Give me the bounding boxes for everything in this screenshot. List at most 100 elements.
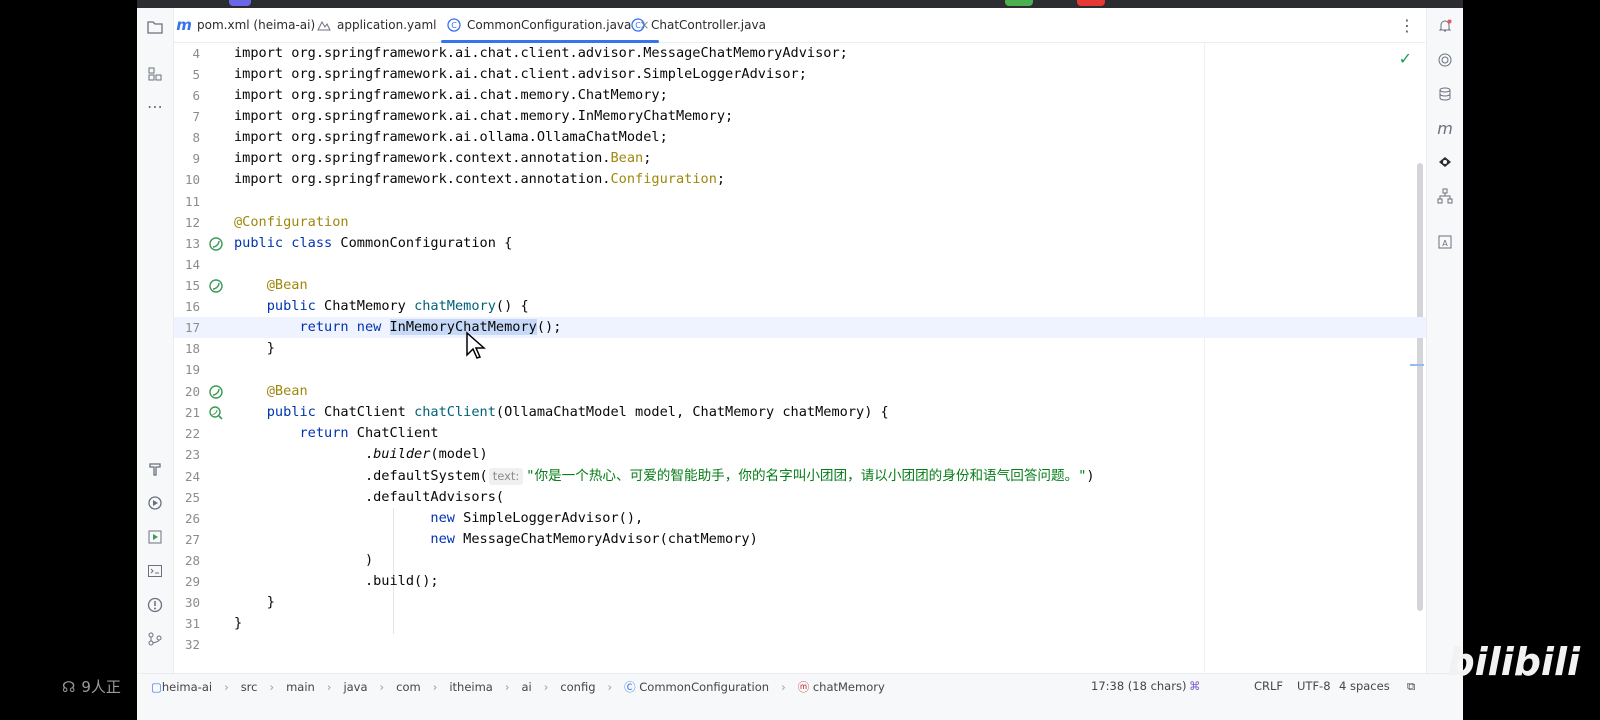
line-number: 14 [184,257,200,272]
line-number: 9 [192,151,200,166]
breadcrumb-item[interactable]: java [343,680,367,694]
tab-label: pom.xml (heima-ai) [197,18,316,32]
tab-common-configuration[interactable]: C CommonConfiguration.java × [441,8,660,43]
breadcrumb-separator-icon: › [269,680,275,694]
breadcrumb: ▢heima-ai › src › main › java › com › itheima… [151,679,885,695]
breadcrumb-item[interactable]: Ⓒ CommonConfiguration [624,679,769,695]
maven-icon[interactable]: m [1435,118,1455,138]
notifications-icon[interactable] [1435,16,1455,36]
code-line-import: import org.springframework.ai.chat.memor… [234,85,1426,106]
tab-pom-xml[interactable]: m pom.xml (heima-ai) [176,8,316,42]
code-text: ) [364,552,374,568]
hammer-icon[interactable] [145,459,165,479]
bilibili-watermark: bilibili [1447,640,1580,684]
code-line-build: .build(); [234,571,1426,592]
ai-status-icon[interactable]: ⌘ [1189,679,1201,693]
class-icon: C [631,18,645,32]
tab-chat-controller[interactable]: C ChatController.java [631,8,766,42]
file-encoding[interactable]: UTF-8 [1297,679,1331,693]
spring-bean-icon[interactable] [208,278,224,294]
translate-icon[interactable]: A [1435,232,1455,252]
spring-bean-icon[interactable] [208,236,224,252]
line-number: 4 [192,46,200,61]
breadcrumb-item[interactable]: ⓜ chatMemory [798,679,885,695]
code-line-brace: } [234,592,1426,613]
code-text: (model) [430,446,488,462]
plugin-icon[interactable] [1435,152,1455,172]
line-number: 18 [184,341,200,356]
breadcrumb-item[interactable]: itheima [449,680,493,694]
mouse-cursor-icon [465,331,487,361]
tab-label: CommonConfiguration.java [467,18,632,32]
database-icon[interactable] [1435,84,1455,104]
method-call: builder [373,446,431,462]
code-line-builder: .builder(model) [234,444,1426,465]
terminal-icon[interactable] [145,561,165,581]
line-number: 32 [184,637,200,652]
code-text: SimpleLoggerAdvisor(), [454,510,644,526]
code-text: (OllamaChatModel model, ChatMemory chatM… [495,404,889,420]
code-area[interactable]: import org.springframework.ai.chat.clien… [234,43,1426,672]
keyword: return new [299,319,382,335]
breadcrumb-item[interactable]: ▢heima-ai [151,680,212,694]
spring-bean-icon[interactable] [208,384,224,400]
breadcrumb-item[interactable]: config [560,680,595,694]
line-number: 22 [184,426,200,441]
breadcrumb-separator-icon: › [432,680,438,694]
services-icon[interactable] [145,493,165,513]
spring-bean-search-icon[interactable] [208,405,224,421]
line-gutter: 4 5 6 7 8 9 10 11 12 13 14 15 16 17 18 1… [174,43,234,672]
line-number: 13 [184,236,200,251]
line-number: 30 [184,595,200,610]
tab-label: application.yaml [337,18,437,32]
code-text: ) [1086,468,1095,484]
more-tools-icon[interactable]: ⋯ [145,96,165,116]
code-line-return: return new InMemoryChatMemory(); [234,317,1426,338]
code-line-method-decl: public ChatClient chatClient(OllamaChatM… [234,402,1426,423]
breadcrumb-separator-icon: › [224,680,229,694]
hierarchy-icon[interactable] [1435,186,1455,206]
method-name: chatMemory [414,298,496,314]
window-top-strip [137,0,1463,8]
lock-icon[interactable]: ⧉ [1407,679,1415,694]
code-line-import: import org.springframework.ai.chat.clien… [234,43,1426,64]
cursor-position[interactable]: 17:38 (18 chars) [1091,679,1186,693]
keyword: public [266,298,316,314]
run-icon[interactable] [145,527,165,547]
breadcrumb-item[interactable]: ai [521,680,531,694]
method-name: chatClient [414,404,496,420]
structure-icon[interactable] [145,64,165,84]
code-text: ChatClient [348,425,439,441]
string-literal: "你是一个热心、可爱的智能助手，你的名字叫小团团，请以小团团的身份和语气回答问题… [526,468,1087,484]
code-text: ChatClient [315,404,415,420]
indent-setting[interactable]: 4 spaces [1339,679,1390,693]
folder-icon[interactable] [145,17,165,37]
code-line-default-system: .defaultSystem(text: "你是一个热心、可爱的智能助手，你的名字… [234,466,1426,487]
breadcrumb-separator-icon: › [607,680,613,694]
line-separator[interactable]: CRLF [1254,679,1283,693]
line-number: 24 [184,469,200,484]
more-actions-icon[interactable]: ⋮ [1399,16,1415,35]
code-line-import: import org.springframework.ai.ollama.Oll… [234,127,1426,148]
code-text: import org.springframework.ai.chat.clien… [234,66,807,82]
keyword: new [430,531,455,547]
problems-icon[interactable] [145,595,165,615]
code-text: import org.springframework.ai.chat.memor… [234,87,668,103]
svg-text:A: A [1442,239,1448,248]
module-icon: ▢ [151,680,162,694]
code-line-annotation: @Bean [234,381,1426,402]
line-number: 23 [184,447,200,462]
breadcrumb-item[interactable]: com [396,680,421,694]
code-text: import org.springframework.context.annot… [234,150,611,166]
tab-application-yaml[interactable]: application.yaml [317,8,437,42]
breadcrumb-item[interactable]: main [286,680,315,694]
line-number: 31 [184,616,200,631]
code-editor[interactable]: ✓ 4 5 6 7 8 9 10 11 12 13 14 15 16 17 18… [174,43,1426,672]
maven-icon: m [176,16,192,34]
line-number: 10 [184,172,200,187]
breadcrumb-item[interactable]: src [241,680,258,694]
ai-assistant-icon[interactable] [1435,50,1455,70]
code-text: (); [536,319,562,335]
code-line-import: import org.springframework.ai.chat.clien… [234,64,1426,85]
git-icon[interactable] [145,629,165,649]
